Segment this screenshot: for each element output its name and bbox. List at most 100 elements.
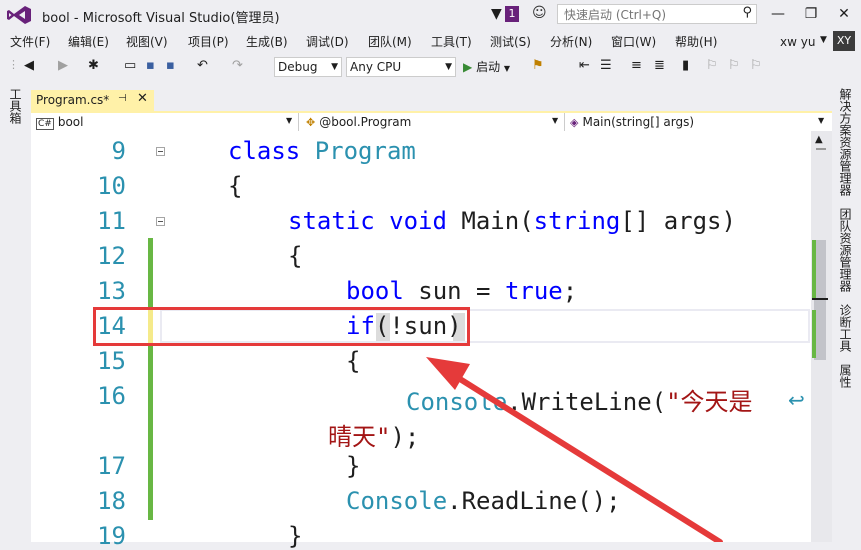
- prev-bookmark-icon[interactable]: ⚐: [706, 58, 718, 73]
- left-tool-strip: [0, 82, 29, 542]
- chevron-down-icon[interactable]: ▼: [818, 116, 824, 125]
- menu-edit[interactable]: 编辑(E): [68, 33, 109, 50]
- change-indicator: [148, 344, 153, 520]
- scrollbar-change-marker: [812, 240, 816, 300]
- code-line: }: [346, 452, 361, 480]
- change-indicator: [148, 238, 153, 310]
- menu-file[interactable]: 文件(F): [10, 33, 50, 50]
- menu-project[interactable]: 项目(P): [188, 33, 229, 50]
- chevron-down-icon: ▼: [331, 62, 338, 72]
- redo-icon[interactable]: ↷: [232, 58, 243, 73]
- scrollbar-change-marker: [812, 310, 816, 358]
- toolbar-grip-icon: ⋮: [8, 58, 19, 71]
- next-bookmark-icon[interactable]: ⚐: [728, 58, 740, 73]
- solution-explorer-tab[interactable]: 解决方案资源管理器: [838, 88, 852, 196]
- bookmark-icon[interactable]: ▮: [682, 58, 689, 73]
- line-number: 17: [97, 452, 126, 480]
- code-line: }: [288, 522, 303, 550]
- class-icon: ✥: [306, 116, 316, 129]
- line-number: 16: [97, 382, 126, 410]
- step-icon[interactable]: ⇤: [579, 58, 590, 73]
- forward-icon[interactable]: ▶: [58, 58, 68, 73]
- line-number: 12: [97, 242, 126, 270]
- new-project-icon[interactable]: ✱: [88, 58, 99, 73]
- code-line: {: [346, 347, 361, 375]
- menu-help[interactable]: 帮助(H): [675, 33, 717, 50]
- chevron-down-icon[interactable]: ▼: [552, 116, 558, 125]
- line-number: 18: [97, 487, 126, 515]
- chevron-down-icon[interactable]: ▼: [286, 116, 292, 125]
- menu-team[interactable]: 团队(M): [368, 33, 412, 50]
- menu-test[interactable]: 测试(S): [490, 33, 531, 50]
- chevron-down-icon[interactable]: ▼: [820, 35, 827, 45]
- close-button[interactable]: ✕: [832, 4, 856, 26]
- team-explorer-tab[interactable]: 团队资源管理器: [838, 208, 852, 292]
- pin-icon[interactable]: ⊣: [118, 93, 127, 104]
- annotation-box: [93, 307, 470, 346]
- nav-divider: [564, 113, 565, 131]
- code-line-wrapped: 晴天");: [328, 423, 420, 451]
- comment-icon[interactable]: ≡: [631, 58, 642, 73]
- code-line: {: [228, 172, 243, 200]
- open-file-icon[interactable]: ▭: [124, 58, 136, 73]
- feedback-icon[interactable]: ☺: [532, 5, 547, 21]
- restore-button[interactable]: ❐: [799, 4, 823, 26]
- csharp-file-icon: C#: [36, 118, 54, 130]
- line-number: 15: [97, 347, 126, 375]
- clear-bookmark-icon[interactable]: ⚐: [750, 58, 762, 73]
- toolbox-tab[interactable]: 工具箱: [8, 88, 22, 124]
- save-icon[interactable]: ▪: [146, 58, 155, 73]
- class-dropdown[interactable]: ✥ @bool.Program: [306, 114, 411, 130]
- code-line: Console.WriteLine("今天是: [406, 388, 753, 416]
- menu-analyze[interactable]: 分析(N): [550, 33, 592, 50]
- line-number: 13: [97, 277, 126, 305]
- diagnostic-tools-tab[interactable]: 诊断工具: [838, 304, 852, 352]
- filter-icon[interactable]: ▼: [491, 6, 502, 22]
- avatar[interactable]: XY: [833, 31, 855, 51]
- code-line: class Program: [228, 137, 416, 165]
- menu-build[interactable]: 生成(B): [246, 33, 288, 50]
- undo-icon[interactable]: ↶: [197, 58, 208, 73]
- platform-select[interactable]: Any CPU ▼: [346, 57, 456, 77]
- vs-logo-icon: [7, 6, 31, 24]
- tab-label: Program.cs*: [36, 93, 110, 107]
- splitter-handle[interactable]: [816, 148, 826, 150]
- code-line: static void Main(string[] args): [288, 207, 736, 235]
- menu-tools[interactable]: 工具(T): [431, 33, 472, 50]
- play-icon: ▶: [463, 60, 473, 74]
- properties-tab[interactable]: 属性: [838, 364, 852, 388]
- scroll-up-icon[interactable]: ▲: [815, 134, 823, 145]
- search-icon[interactable]: ⚲: [742, 5, 752, 20]
- line-number: 9: [111, 137, 126, 165]
- nav-divider: [298, 113, 299, 131]
- minimize-button[interactable]: —: [766, 4, 790, 26]
- project-dropdown[interactable]: C# bool: [36, 114, 83, 130]
- uncomment-icon[interactable]: ≣: [654, 58, 665, 73]
- wrap-icon: ↩: [788, 388, 805, 412]
- format-icon[interactable]: ☰: [600, 58, 612, 73]
- start-button[interactable]: ▶ 启动 ▼: [463, 58, 510, 75]
- member-dropdown[interactable]: ◈ Main(string[] args): [570, 114, 694, 130]
- chevron-down-icon: ▼: [445, 62, 452, 72]
- user-name[interactable]: xw yu: [780, 35, 815, 49]
- code-line: bool sun = true;: [346, 277, 578, 305]
- menu-window[interactable]: 窗口(W): [611, 33, 656, 50]
- quick-launch-box[interactable]: ⚲: [557, 4, 757, 24]
- member-name: Main(string[] args): [582, 115, 695, 129]
- scrollbar-caret-marker: [812, 298, 828, 300]
- notification-badge[interactable]: 1: [505, 6, 519, 22]
- platform-value: Any CPU: [350, 60, 402, 74]
- save-all-icon[interactable]: ▪: [166, 58, 175, 73]
- collapse-toggle[interactable]: [156, 147, 165, 156]
- menu-debug[interactable]: 调试(D): [306, 33, 349, 50]
- collapse-toggle[interactable]: [156, 217, 165, 226]
- close-icon[interactable]: ✕: [137, 91, 148, 106]
- line-number: 11: [97, 207, 126, 235]
- navigation-bar: [31, 113, 832, 132]
- menu-view[interactable]: 视图(V): [126, 33, 168, 50]
- attach-icon[interactable]: ⚑: [532, 58, 544, 73]
- configuration-select[interactable]: Debug ▼: [274, 57, 342, 77]
- back-icon[interactable]: ◀: [24, 58, 34, 73]
- quick-launch-input[interactable]: [562, 6, 736, 24]
- line-number: 10: [97, 172, 126, 200]
